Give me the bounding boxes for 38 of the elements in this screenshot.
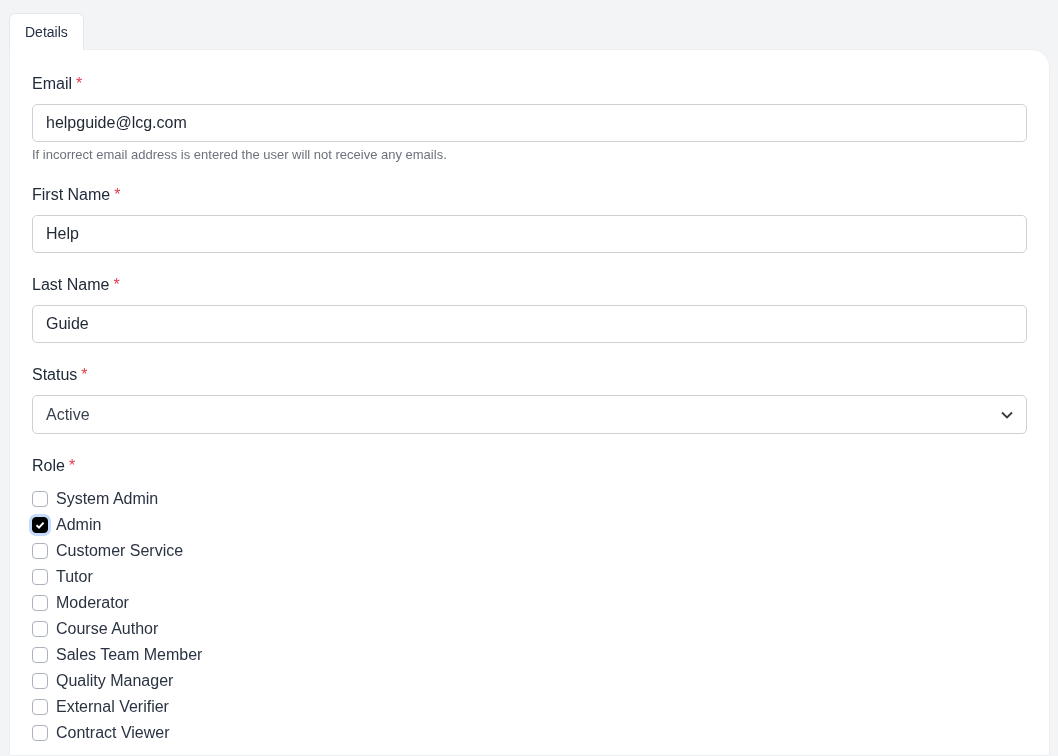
- checkbox-label[interactable]: External Verifier: [56, 698, 169, 716]
- checkbox[interactable]: [32, 699, 48, 715]
- field-label: Status: [32, 365, 78, 385]
- text-field[interactable]: helpguide@lcg.com: [32, 104, 1027, 142]
- chevron-down-icon: [1001, 410, 1013, 419]
- field-label: First Name: [32, 185, 111, 205]
- required-asterisk: *: [113, 275, 120, 295]
- checkbox[interactable]: [32, 647, 48, 663]
- checkbox[interactable]: [32, 621, 48, 637]
- checkbox[interactable]: [32, 491, 48, 507]
- tab[interactable]: Details: [9, 13, 84, 50]
- checkbox-label[interactable]: Sales Team Member: [56, 646, 203, 664]
- checkbox-label[interactable]: Tutor: [56, 568, 93, 586]
- checkbox[interactable]: [32, 517, 48, 533]
- required-asterisk: *: [68, 456, 76, 476]
- required-asterisk: *: [76, 74, 83, 94]
- required-asterisk: *: [114, 185, 121, 205]
- checkbox[interactable]: [32, 595, 48, 611]
- check-icon: [34, 519, 46, 531]
- checkbox-label[interactable]: Moderator: [56, 594, 129, 612]
- required-asterisk: *: [81, 365, 88, 385]
- field-label: Last Name: [32, 275, 110, 295]
- checkbox-label[interactable]: Contract Viewer: [56, 724, 170, 742]
- checkbox-label[interactable]: Customer Service: [56, 542, 184, 560]
- field-label: Role: [32, 456, 65, 476]
- checkbox-label[interactable]: Course Author: [56, 620, 159, 638]
- checkbox-label[interactable]: Quality Manager: [56, 672, 174, 690]
- field-label: Email: [32, 74, 72, 94]
- text-field[interactable]: Help: [32, 215, 1027, 253]
- checkbox[interactable]: [32, 725, 48, 741]
- checkbox-label[interactable]: Admin: [56, 516, 102, 534]
- text-field[interactable]: Guide: [32, 305, 1027, 343]
- checkbox[interactable]: [32, 569, 48, 585]
- checkbox[interactable]: [32, 543, 48, 559]
- help-text: If incorrect email address is entered the user will not receive any emails.: [32, 147, 448, 163]
- checkbox-label[interactable]: System Admin: [56, 490, 159, 508]
- checkbox[interactable]: [32, 673, 48, 689]
- status-dropdown[interactable]: Active: [32, 395, 1027, 434]
